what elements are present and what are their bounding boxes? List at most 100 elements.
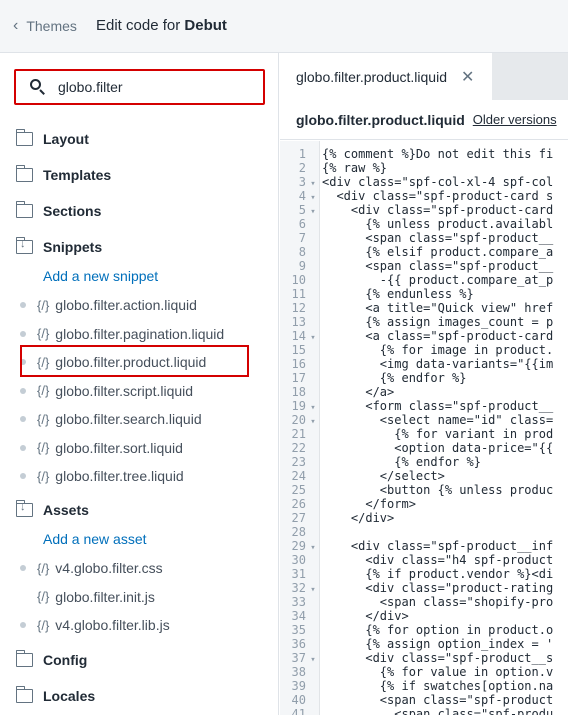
folder-icon	[15, 686, 33, 703]
snippet-file-item[interactable]: {/} globo.filter.pagination.liquid	[20, 326, 224, 342]
line-text: {% endfor %}	[322, 455, 481, 469]
asset-file-item[interactable]: {/} v4.globo.filter.css	[20, 560, 163, 576]
file-dot	[20, 387, 26, 394]
code-line: 41 <span class="spf-produ	[280, 707, 554, 715]
line-text: <option data-price="{{	[322, 441, 554, 455]
tab-product-liquid[interactable]: globo.filter.product.liquid ✕	[280, 53, 492, 100]
code-line: 29 ▾ <div class="spf-product__inf	[280, 539, 554, 553]
file-dot	[20, 416, 26, 422]
code-line: 8 {% elsif product.compare_a	[280, 245, 553, 259]
line-text: <div class="h4 spf-product	[322, 553, 554, 567]
line-text: </div>	[322, 609, 409, 623]
code-line: 37 ▾ <div class="spf-product__s	[280, 651, 554, 665]
line-number: 14	[291, 329, 306, 343]
close-icon[interactable]: ✕	[461, 67, 474, 87]
code-line: 38 {% for value in option.v	[280, 665, 554, 679]
code-line: 15 {% for image in product.	[280, 343, 554, 357]
line-number: 5	[298, 203, 306, 217]
line-number: 34	[291, 609, 306, 623]
file-sidebar: Layout Templates Sections Snippets Add a…	[0, 53, 279, 715]
back-to-themes-link[interactable]: ‹ Themes	[13, 17, 77, 35]
back-label: Themes	[26, 18, 77, 34]
line-text: </form>	[322, 497, 416, 511]
code-editor[interactable]: 1 {% comment %}Do not edit this fi 2 {% raw…	[280, 141, 568, 715]
code-line: 5 ▾ <div class="spf-product-card	[280, 203, 553, 217]
code-line: 11 {% endunless %}	[280, 287, 553, 301]
line-text: {% assign images_count = p	[322, 315, 554, 329]
snippet-file-item[interactable]: {/} globo.filter.sort.liquid	[20, 440, 183, 456]
line-text: <div class="spf-col-xl-4 spf-col	[322, 175, 554, 189]
snippet-file-item[interactable]: {/} globo.filter.tree.liquid	[20, 468, 184, 484]
code-line: 32 ▾ <div class="product-rating	[280, 581, 554, 595]
folder-label: Templates	[43, 167, 112, 183]
line-number: 2	[298, 161, 306, 175]
line-number: 32	[291, 581, 306, 595]
line-number: 24	[291, 469, 306, 483]
code-file-icon: {/}	[37, 297, 50, 313]
line-text: <div class="spf-product-card s	[322, 189, 554, 203]
line-text: {% for value in option.v	[322, 665, 554, 679]
code-line: 27 </div>	[280, 511, 553, 525]
line-text: {% assign option_index = '	[322, 637, 554, 651]
folder-snippets[interactable]: Snippets	[15, 237, 102, 255]
file-search-box[interactable]	[14, 69, 265, 105]
older-versions-link[interactable]: Older versions	[473, 112, 557, 127]
code-line: 12 <a title="Quick view" href	[280, 301, 554, 315]
line-text: </select>	[322, 469, 445, 483]
line-number: 35	[291, 623, 306, 637]
line-text: {% for variant in prod	[322, 427, 554, 441]
code-line: 34 </div>	[280, 609, 553, 623]
code-line: 25 <button {% unless produc	[280, 483, 554, 497]
line-text: {% comment %}Do not edit this fi	[322, 147, 554, 161]
folder-open-icon	[15, 500, 33, 517]
asset-file-item[interactable]: {/} globo.filter.init.js	[20, 589, 155, 605]
folder-layout[interactable]: Layout	[15, 129, 89, 147]
add-snippet-link[interactable]: Add a new snippet	[43, 268, 158, 284]
add-asset-link[interactable]: Add a new asset	[43, 531, 147, 547]
line-number: 27	[291, 511, 306, 525]
folder-label: Locales	[43, 688, 96, 704]
folder-config[interactable]: Config	[15, 650, 87, 668]
code-file-icon: {/}	[37, 589, 50, 604]
line-number: 18	[291, 385, 306, 399]
line-number: 11	[291, 287, 306, 301]
code-line: 30 <div class="h4 spf-product	[280, 553, 554, 567]
line-number: 38	[291, 665, 306, 679]
folder-assets[interactable]: Assets	[15, 500, 89, 518]
code-line: 16 <img data-variants="{{im	[280, 357, 554, 371]
asset-file-item[interactable]: {/} v4.globo.filter.lib.js	[20, 617, 170, 633]
folder-label: Layout	[43, 131, 89, 147]
file-dot	[20, 330, 26, 337]
search-icon	[28, 77, 48, 97]
snippet-file-item[interactable]: {/} globo.filter.search.liquid	[20, 411, 202, 427]
code-line: 40 <span class="spf-product	[280, 693, 554, 707]
code-line: 2 {% raw %}	[280, 161, 553, 175]
folder-sections[interactable]: Sections	[15, 201, 101, 219]
file-label: globo.filter.action.liquid	[55, 297, 197, 313]
line-number: 1	[298, 147, 306, 161]
line-text: </a>	[322, 385, 395, 399]
search-input[interactable]	[58, 79, 248, 95]
line-text: <a title="Quick view" href	[322, 301, 554, 315]
folder-locales[interactable]: Locales	[15, 686, 96, 704]
line-number: 17	[291, 371, 306, 385]
code-line: 20 ▾ <select name="id" class=	[280, 413, 554, 427]
line-text: {% for option in product.o	[322, 623, 554, 637]
title-prefix: Edit code for	[96, 17, 181, 34]
folder-icon	[15, 129, 33, 146]
line-number: 22	[291, 441, 306, 455]
theme-name: Debut	[184, 17, 227, 34]
file-dot	[20, 565, 26, 571]
snippet-file-item[interactable]: {/} globo.filter.action.liquid	[20, 297, 197, 313]
code-line: 22 <option data-price="{{	[280, 441, 554, 455]
folder-open-icon	[15, 237, 33, 254]
selected-file-highlight	[20, 345, 249, 377]
snippet-file-item[interactable]: {/} globo.filter.script.liquid	[20, 383, 193, 399]
line-number: 33	[291, 595, 306, 609]
folder-templates[interactable]: Templates	[15, 165, 112, 183]
code-line: 23 {% endfor %}	[280, 455, 553, 469]
line-text: {% for image in product.	[322, 343, 554, 357]
line-number: 7	[298, 231, 306, 245]
folder-icon	[15, 165, 33, 182]
code-file-icon: {/}	[37, 383, 50, 398]
